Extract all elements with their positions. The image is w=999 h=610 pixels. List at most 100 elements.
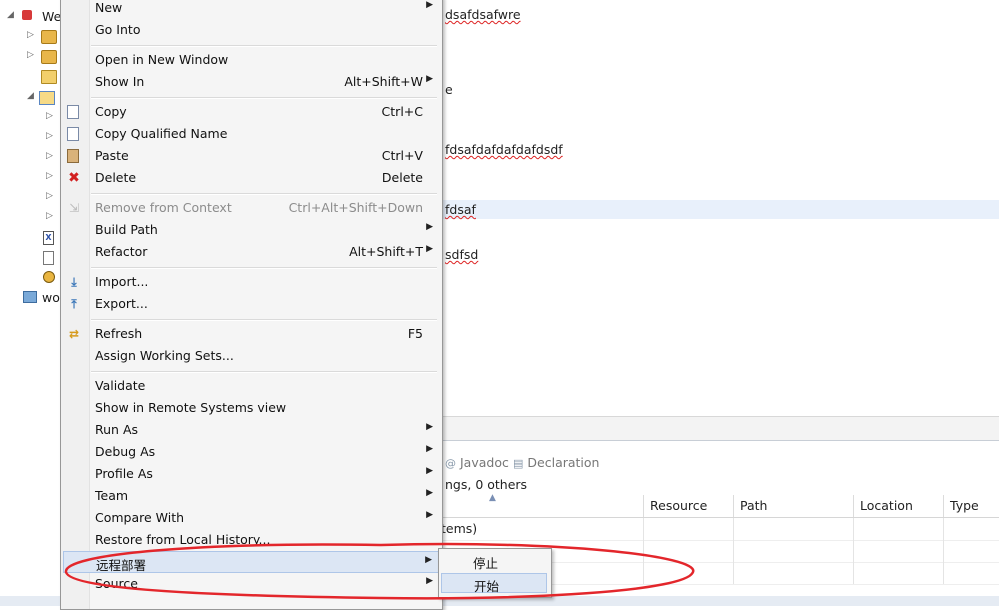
file-icon bbox=[43, 251, 54, 265]
tree-row-xml-file[interactable]: X bbox=[0, 228, 62, 248]
menu-item-export[interactable]: ⤒ Export... bbox=[63, 293, 439, 315]
panel-tab-bar: @ Javadoc ▤ Declaration bbox=[441, 449, 999, 475]
menu-item-go-into[interactable]: Go Into bbox=[63, 19, 439, 41]
menu-separator bbox=[91, 97, 437, 99]
project-label: We bbox=[42, 9, 62, 24]
submenu-arrow-icon: ▶ bbox=[426, 510, 433, 520]
tree-row-package[interactable]: ▷ bbox=[0, 47, 62, 67]
tree-row-settings[interactable] bbox=[0, 268, 62, 288]
open-folder-icon bbox=[39, 91, 55, 105]
menu-item-assign-working-sets[interactable]: Assign Working Sets... bbox=[63, 345, 439, 367]
menu-item-refactor[interactable]: Refactor Alt+Shift+T ▶ bbox=[63, 241, 439, 263]
menu-item-debug-as[interactable]: Debug As ▶ bbox=[63, 441, 439, 463]
export-icon: ⤒ bbox=[71, 297, 77, 311]
editor-line: fdsafdafdafdafdsdf bbox=[445, 142, 563, 157]
tree-row-folder[interactable] bbox=[0, 67, 62, 87]
submenu-arrow-icon: ▶ bbox=[426, 0, 433, 10]
column-header-location[interactable]: Location bbox=[853, 495, 944, 517]
expand-arrow-icon[interactable]: ▷ bbox=[27, 50, 34, 60]
menu-item-open-in-new-window[interactable]: Open in New Window bbox=[63, 49, 439, 71]
submenu-arrow-icon: ▶ bbox=[426, 244, 433, 254]
shortcut-label: Alt+Shift+W bbox=[344, 74, 423, 89]
editor-line: e bbox=[445, 82, 453, 97]
tree-row-child[interactable]: ▷ bbox=[0, 168, 62, 188]
expand-arrow-icon[interactable]: ▷ bbox=[46, 211, 53, 221]
menu-item-show-in[interactable]: Show In Alt+Shift+W ▶ bbox=[63, 71, 439, 93]
tree-row-child[interactable]: ▷ bbox=[0, 208, 62, 228]
menu-item-validate[interactable]: Validate bbox=[63, 375, 439, 397]
paste-icon bbox=[67, 149, 79, 163]
menu-item-compare-with[interactable]: Compare With ▶ bbox=[63, 507, 439, 529]
menu-item-remote-deploy[interactable]: 远程部署 ▶ bbox=[63, 551, 439, 573]
submenu-arrow-icon: ▶ bbox=[426, 488, 433, 498]
table-row-label: tems) bbox=[441, 521, 478, 536]
menu-item-import[interactable]: ⤓ Import... bbox=[63, 271, 439, 293]
expand-arrow-icon[interactable]: ▷ bbox=[27, 30, 34, 40]
expand-arrow-icon[interactable]: ▷ bbox=[46, 191, 53, 201]
import-icon: ⤓ bbox=[71, 275, 77, 289]
workspace-label: wo bbox=[42, 290, 60, 305]
menu-item-show-in-remote-systems[interactable]: Show in Remote Systems view bbox=[63, 397, 439, 419]
project-explorer-tree: ◢ We ▷ ▷ ◢ ▷ ▷ ▷ ▷ ▷ ▷ X wo bbox=[0, 0, 62, 606]
editor-horizontal-scrollbar[interactable] bbox=[441, 416, 999, 441]
menu-item-delete[interactable]: ✖ Delete Delete bbox=[63, 167, 439, 189]
gear-icon bbox=[43, 271, 55, 283]
expand-arrow-icon[interactable]: ▷ bbox=[46, 171, 53, 181]
tree-row-child[interactable]: ▷ bbox=[0, 188, 62, 208]
submenu-arrow-icon: ▶ bbox=[426, 222, 433, 232]
remote-deploy-submenu: 停止 开始 bbox=[438, 548, 552, 598]
menu-item-copy[interactable]: Copy Ctrl+C bbox=[63, 101, 439, 123]
expand-arrow-icon[interactable]: ▷ bbox=[46, 111, 53, 121]
submenu-arrow-icon: ▶ bbox=[426, 444, 433, 454]
tab-declaration[interactable]: ▤ Declaration bbox=[513, 455, 599, 470]
refresh-icon: ⇄ bbox=[68, 327, 80, 341]
tree-row-child[interactable]: ▷ bbox=[0, 108, 62, 128]
remove-context-icon: ⇲ bbox=[68, 201, 80, 215]
tree-row-project[interactable]: ◢ We bbox=[0, 7, 62, 27]
shortcut-label: Ctrl+V bbox=[381, 148, 423, 163]
column-header-path[interactable]: Path bbox=[733, 495, 854, 517]
collapse-arrow-icon[interactable]: ◢ bbox=[7, 10, 14, 20]
column-header-resource[interactable]: Resource bbox=[643, 495, 734, 517]
working-set-icon bbox=[23, 291, 37, 303]
project-icon bbox=[22, 10, 32, 20]
collapse-arrow-icon[interactable]: ◢ bbox=[27, 91, 34, 101]
tree-row-child[interactable]: ▷ bbox=[0, 148, 62, 168]
submenu-item-stop[interactable]: 停止 bbox=[441, 551, 547, 571]
menu-item-new[interactable]: New ▶ bbox=[63, 0, 439, 19]
menu-item-team[interactable]: Team ▶ bbox=[63, 485, 439, 507]
shortcut-label: F5 bbox=[407, 326, 423, 341]
declaration-icon: ▤ bbox=[513, 457, 524, 470]
menu-item-run-as[interactable]: Run As ▶ bbox=[63, 419, 439, 441]
menu-item-profile-as[interactable]: Profile As ▶ bbox=[63, 463, 439, 485]
delete-icon: ✖ bbox=[68, 170, 80, 186]
package-icon bbox=[41, 50, 57, 64]
shortcut-label: Ctrl+Alt+Shift+Down bbox=[288, 200, 423, 215]
menu-item-source[interactable]: Source ▶ bbox=[63, 573, 439, 595]
expand-arrow-icon[interactable]: ▷ bbox=[46, 151, 53, 161]
tree-row-file[interactable] bbox=[0, 248, 62, 268]
submenu-arrow-icon: ▶ bbox=[426, 466, 433, 476]
at-icon: @ bbox=[445, 457, 456, 470]
menu-item-copy-qualified-name[interactable]: Copy Qualified Name bbox=[63, 123, 439, 145]
tree-row-folder-open[interactable]: ◢ bbox=[0, 88, 62, 108]
text-editor[interactable]: dsafdsafwre e fdsafdafdafdafdsdf fdsaf s… bbox=[441, 0, 999, 416]
column-header-type[interactable]: Type bbox=[943, 495, 999, 517]
menu-item-build-path[interactable]: Build Path ▶ bbox=[63, 219, 439, 241]
tree-row-child[interactable]: ▷ bbox=[0, 128, 62, 148]
expand-arrow-icon[interactable]: ▷ bbox=[46, 131, 53, 141]
context-menu: New ▶ Go Into Open in New Window Show In… bbox=[60, 0, 443, 610]
menu-item-restore-from-local-history[interactable]: Restore from Local History... bbox=[63, 529, 439, 551]
submenu-item-start[interactable]: 开始 bbox=[441, 573, 547, 594]
problems-table-header: ▲ Resource Path Location Type bbox=[441, 493, 999, 518]
menu-item-refresh[interactable]: ⇄ Refresh F5 bbox=[63, 323, 439, 345]
tree-row-workspace[interactable]: wo bbox=[0, 288, 62, 308]
menu-separator bbox=[91, 267, 437, 269]
table-row[interactable]: tems) bbox=[441, 518, 999, 541]
tree-row-package[interactable]: ▷ bbox=[0, 27, 62, 47]
menu-item-paste[interactable]: Paste Ctrl+V bbox=[63, 145, 439, 167]
folder-icon bbox=[41, 70, 57, 84]
tab-javadoc[interactable]: @ Javadoc bbox=[445, 455, 509, 470]
menu-separator bbox=[91, 371, 437, 373]
copy-icon bbox=[67, 105, 79, 119]
